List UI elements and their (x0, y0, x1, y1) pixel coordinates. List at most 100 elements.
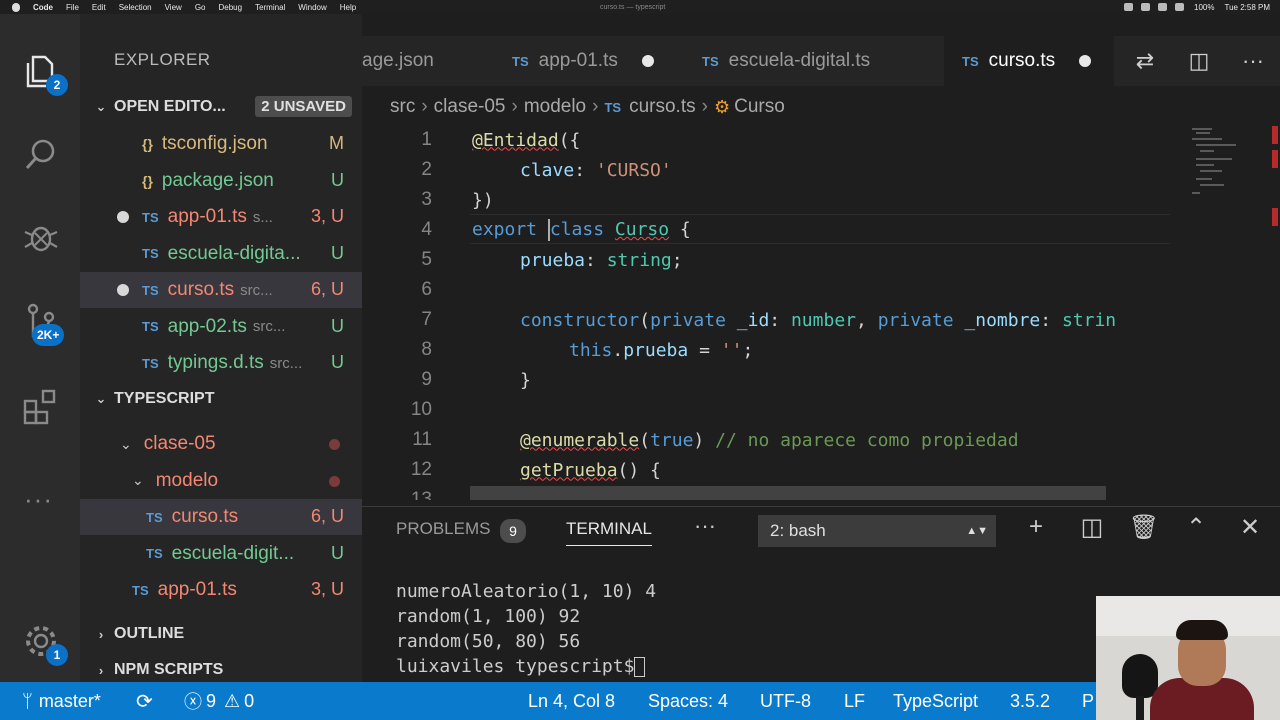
code-line: 2 clave: 'CURSO' (362, 155, 671, 185)
code-line: 13 return this.prueba; (362, 485, 775, 500)
tree-item[interactable]: ⌄ clase-05 (80, 426, 362, 462)
tree-item-name: curso.ts (171, 506, 239, 527)
typescript-file-icon: TS (142, 319, 159, 334)
code-line: 1 @Entidad({ (362, 125, 580, 155)
branch-icon: ᛘ (22, 690, 33, 711)
tree-item[interactable]: TS curso.ts 6, U (80, 499, 362, 535)
new-terminal-icon[interactable]: + (1016, 513, 1056, 541)
search-activity[interactable] (18, 132, 64, 178)
menu-selection[interactable]: Selection (119, 3, 152, 12)
file-path-hint: src... (269, 354, 303, 372)
more-panel-icon[interactable]: ··· (694, 513, 716, 539)
tree-item-name: modelo (155, 469, 219, 491)
open-editor-item[interactable]: {} package.json U (80, 163, 362, 199)
status-icon[interactable] (1141, 3, 1151, 11)
open-editor-item[interactable]: TS escuela-digita... U (80, 236, 362, 272)
more-actions-icon[interactable]: ··· (1226, 48, 1280, 74)
wifi-icon[interactable] (1175, 3, 1185, 11)
select-arrows-icon: ▲▼ (966, 525, 988, 537)
extensions-activity[interactable] (18, 384, 64, 430)
file-path-hint: s... (252, 208, 273, 226)
sync-button[interactable]: ⟳ (136, 682, 153, 720)
terminal-shell-select[interactable]: 2: bash ▲▼ (758, 515, 996, 547)
menu-view[interactable]: View (165, 3, 182, 12)
tab-curso[interactable]: TS curso.ts (944, 36, 1114, 86)
explorer-title: EXPLORER (114, 50, 211, 69)
language-mode[interactable]: TypeScript (893, 682, 978, 720)
error-icon: ⓧ (184, 692, 202, 712)
problems-indicator[interactable]: ⓧ 9 ⚠ 0 (184, 682, 254, 720)
open-editor-item[interactable]: TS app-02.ts src... U (80, 309, 362, 345)
battery-level[interactable]: 100% (1194, 3, 1214, 12)
cursor-position[interactable]: Ln 4, Col 8 (528, 682, 615, 720)
split-terminal-icon[interactable]: ◫ (1072, 513, 1112, 542)
menu-go[interactable]: Go (195, 3, 206, 12)
outline-section[interactable]: › OUTLINE (80, 617, 362, 651)
code-token: _nombre (964, 309, 1041, 331)
breadcrumb-modelo[interactable]: modelo (524, 96, 586, 118)
chevron-up-icon[interactable]: ⌃ (1176, 513, 1216, 542)
line-number: 4 (421, 219, 432, 240)
apple-icon[interactable] (12, 2, 20, 12)
source-control-activity[interactable]: 2K+ (18, 298, 65, 346)
end-of-line[interactable]: LF (844, 682, 865, 720)
indentation[interactable]: Spaces: 4 (648, 682, 728, 720)
tree-item[interactable]: TS app-01.ts 3, U (80, 572, 362, 608)
clock[interactable]: Tue 2:58 PM (1224, 3, 1270, 12)
status-trailing[interactable]: P (1082, 682, 1094, 720)
tree-item[interactable]: ⌄ modelo (80, 463, 362, 499)
tab-package-json[interactable]: age.json (362, 36, 502, 86)
menu-file[interactable]: File (66, 3, 79, 12)
compare-changes-icon[interactable]: ⇄ (1118, 48, 1172, 74)
open-editor-item[interactable]: TS app-01.ts s... 3, U (80, 199, 362, 235)
open-editors-section[interactable]: ⌄ OPEN EDITO... 2 UNSAVED (80, 90, 362, 124)
menu-edit[interactable]: Edit (92, 3, 106, 12)
typescript-version[interactable]: 3.5.2 (1010, 682, 1050, 720)
more-activity-icon[interactable]: ··· (24, 484, 53, 515)
tab-app-01[interactable]: TS app-01.ts (512, 36, 682, 86)
breadcrumb-src[interactable]: src (390, 96, 415, 118)
minimap[interactable] (1180, 124, 1280, 500)
line-number: 9 (421, 369, 432, 390)
open-editor-item[interactable]: {} tsconfig.json M (80, 126, 362, 162)
code-editor[interactable]: 1 @Entidad({ 2 clave: 'CURSO' 3 }) 4 exp… (362, 124, 1280, 500)
code-token: _id (736, 309, 770, 331)
breadcrumb: src › clase-05 › modelo › TS curso.ts › … (390, 94, 785, 120)
tab-escuela-digital[interactable]: TS escuela-digital.ts (702, 36, 942, 86)
breadcrumb-file[interactable]: curso.ts (629, 96, 696, 118)
typescript-section[interactable]: ⌄ TYPESCRIPT (80, 382, 362, 416)
tab-problems[interactable]: PROBLEMS (396, 519, 490, 539)
menu-window[interactable]: Window (298, 3, 326, 12)
split-editor-icon[interactable]: ◫ (1172, 48, 1226, 74)
code-token: true (650, 429, 694, 451)
debug-activity[interactable] (18, 214, 64, 260)
menu-debug[interactable]: Debug (218, 3, 242, 12)
terminal-prompt-line[interactable]: luixaviles typescript$ (396, 656, 646, 677)
typescript-file-icon: TS (132, 582, 149, 598)
encoding[interactable]: UTF-8 (760, 682, 811, 720)
manage-activity[interactable]: 1 (18, 618, 68, 666)
explorer-activity[interactable]: 2 (18, 48, 68, 96)
menu-code[interactable]: Code (33, 3, 53, 12)
menu-terminal[interactable]: Terminal (255, 3, 285, 12)
error-marker (1272, 150, 1278, 168)
file-path-hint: src... (252, 318, 286, 335)
code-token: : (585, 249, 607, 271)
breadcrumb-symbol[interactable]: Curso (734, 96, 785, 118)
code-token: @enumerable (520, 429, 640, 451)
open-editor-item[interactable]: TS curso.ts src... 6, U (80, 272, 362, 308)
open-editor-item[interactable]: TS typings.d.ts src... U (80, 345, 362, 381)
tab-terminal[interactable]: TERMINAL (566, 519, 652, 546)
file-name: tsconfig.json (161, 133, 268, 154)
breadcrumb-clase-05[interactable]: clase-05 (434, 96, 506, 118)
branch-indicator[interactable]: ᛘ master* (22, 682, 101, 720)
tree-item[interactable]: TS escuela-digit... U (80, 536, 362, 572)
status-icon[interactable] (1158, 3, 1168, 11)
error-marker (1272, 208, 1278, 226)
status-icon[interactable] (1124, 3, 1134, 11)
close-icon[interactable]: ✕ (1230, 513, 1270, 542)
trash-icon[interactable]: 🗑 (1124, 513, 1164, 542)
code-token: ( (639, 309, 651, 331)
menu-help[interactable]: Help (340, 3, 356, 12)
horizontal-scrollbar[interactable] (470, 486, 1106, 500)
